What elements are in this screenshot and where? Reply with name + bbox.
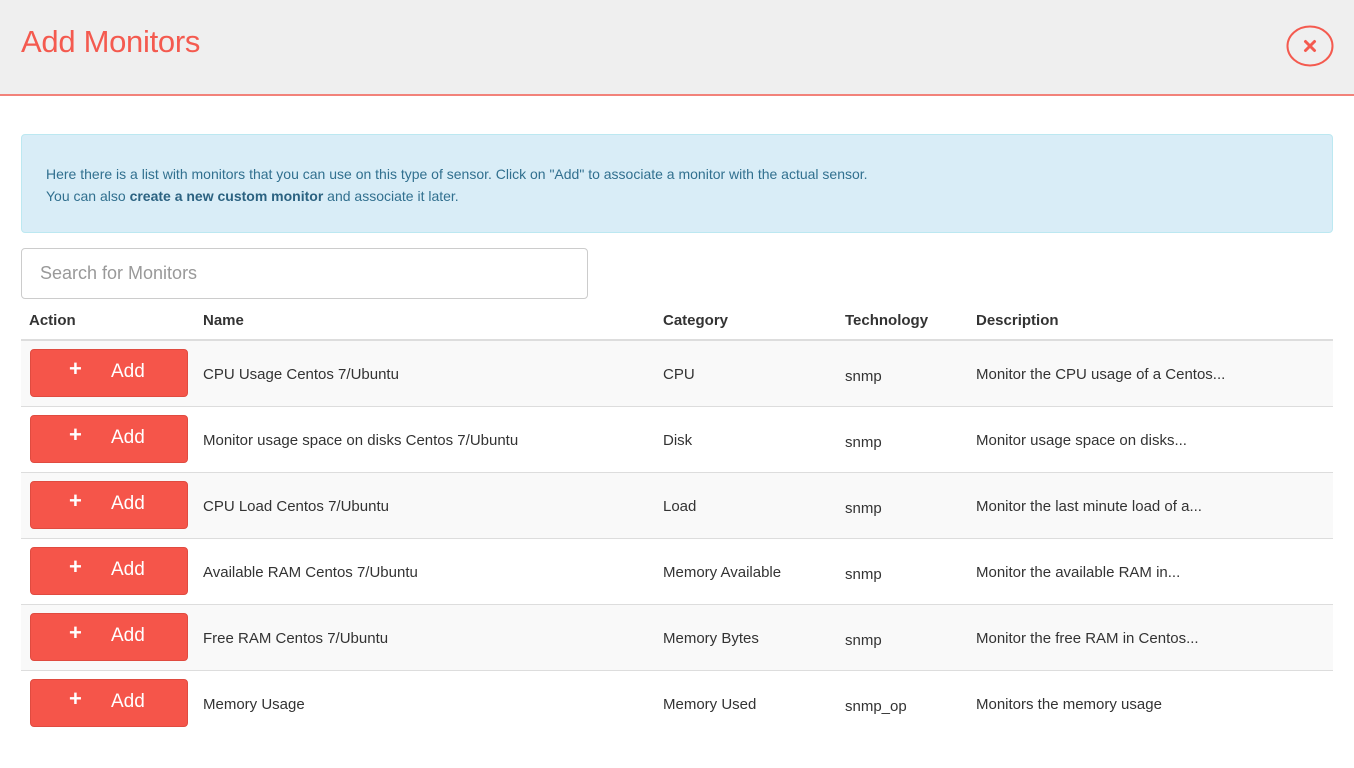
monitor-category: Memory Used bbox=[663, 696, 757, 713]
close-circle-icon bbox=[1286, 25, 1334, 67]
add-button-label: Add bbox=[111, 493, 145, 514]
plus-icon: + bbox=[69, 422, 82, 447]
monitor-technology: snmp bbox=[845, 632, 882, 649]
header-description: Description bbox=[976, 312, 1059, 329]
monitor-category: Memory Bytes bbox=[663, 630, 759, 647]
monitor-description: Monitor the free RAM in Centos... bbox=[976, 630, 1199, 647]
monitor-description: Monitor the available RAM in... bbox=[976, 564, 1181, 581]
info-line-2: You can also create a new custom monitor… bbox=[46, 185, 1332, 207]
monitor-technology: snmp bbox=[845, 566, 882, 583]
monitor-technology: snmp_op bbox=[845, 698, 907, 715]
plus-icon: + bbox=[69, 488, 82, 513]
search-input[interactable] bbox=[21, 248, 588, 299]
monitor-name: CPU Load Centos 7/Ubuntu bbox=[203, 498, 389, 515]
add-button-label: Add bbox=[111, 361, 145, 382]
table-body: + Add CPU Usage Centos 7/Ubuntu CPU snmp … bbox=[21, 341, 1333, 737]
monitor-description: Monitor the CPU usage of a Centos... bbox=[976, 366, 1226, 383]
modal-header: Add Monitors bbox=[0, 0, 1354, 96]
header-action: Action bbox=[29, 312, 76, 329]
monitor-category: Disk bbox=[663, 432, 693, 449]
header-technology: Technology bbox=[845, 312, 929, 329]
plus-icon: + bbox=[69, 554, 82, 579]
monitor-name: Free RAM Centos 7/Ubuntu bbox=[203, 630, 389, 647]
monitor-category: CPU bbox=[663, 366, 695, 383]
monitor-technology: snmp bbox=[845, 368, 882, 385]
info-line-2-prefix: You can also bbox=[46, 188, 130, 204]
add-button-label: Add bbox=[111, 559, 145, 580]
close-button[interactable] bbox=[1286, 25, 1334, 67]
plus-icon: + bbox=[69, 356, 82, 381]
add-button[interactable]: + Add bbox=[30, 679, 188, 727]
header-name: Name bbox=[203, 312, 244, 329]
info-line-2-suffix: and associate it later. bbox=[323, 188, 459, 204]
add-button-label: Add bbox=[111, 691, 145, 712]
table-header: Action Name Category Technology Descript… bbox=[21, 305, 1333, 341]
plus-icon: + bbox=[69, 620, 82, 645]
add-button[interactable]: + Add bbox=[30, 613, 188, 661]
table-row: + Add CPU Usage Centos 7/Ubuntu CPU snmp … bbox=[21, 341, 1333, 407]
monitors-table: Action Name Category Technology Descript… bbox=[21, 305, 1333, 737]
modal-title: Add Monitors bbox=[21, 24, 201, 59]
add-button[interactable]: + Add bbox=[30, 349, 188, 397]
add-button-label: Add bbox=[111, 625, 145, 646]
create-custom-monitor-text: create a new custom monitor bbox=[129, 188, 324, 204]
header-category: Category bbox=[663, 312, 729, 329]
monitor-technology: snmp bbox=[845, 500, 882, 517]
monitor-category: Memory Available bbox=[663, 564, 782, 581]
monitor-description: Monitors the memory usage bbox=[976, 696, 1162, 713]
monitor-name: Monitor usage space on disks Centos 7/Ub… bbox=[203, 432, 519, 449]
monitor-name: CPU Usage Centos 7/Ubuntu bbox=[203, 366, 399, 383]
table-row: + Add Monitor usage space on disks Centos… bbox=[21, 407, 1333, 473]
info-alert: Here there is a list with monitors that … bbox=[21, 134, 1333, 233]
monitor-description: Monitor usage space on disks... bbox=[976, 432, 1187, 449]
info-line-1: Here there is a list with monitors that … bbox=[46, 166, 868, 182]
monitor-description: Monitor the last minute load of a... bbox=[976, 498, 1202, 515]
table-row: + Add Available RAM Centos 7/Ubuntu Memor… bbox=[21, 539, 1333, 605]
add-button-label: Add bbox=[111, 427, 145, 448]
table-row: + Add Free RAM Centos 7/Ubuntu Memory Byt… bbox=[21, 605, 1333, 671]
monitor-name: Memory Usage bbox=[203, 696, 305, 713]
monitor-technology: snmp bbox=[845, 434, 882, 451]
table-row: + Add Memory Usage Memory Used snmp_op Mo… bbox=[21, 671, 1333, 737]
plus-icon: + bbox=[69, 686, 82, 711]
table-row: + Add CPU Load Centos 7/Ubuntu Load snmp … bbox=[21, 473, 1333, 539]
monitor-name: Available RAM Centos 7/Ubuntu bbox=[203, 564, 418, 581]
monitor-category: Load bbox=[663, 498, 697, 515]
add-button[interactable]: + Add bbox=[30, 547, 188, 595]
add-button[interactable]: + Add bbox=[30, 481, 188, 529]
add-button[interactable]: + Add bbox=[30, 415, 188, 463]
